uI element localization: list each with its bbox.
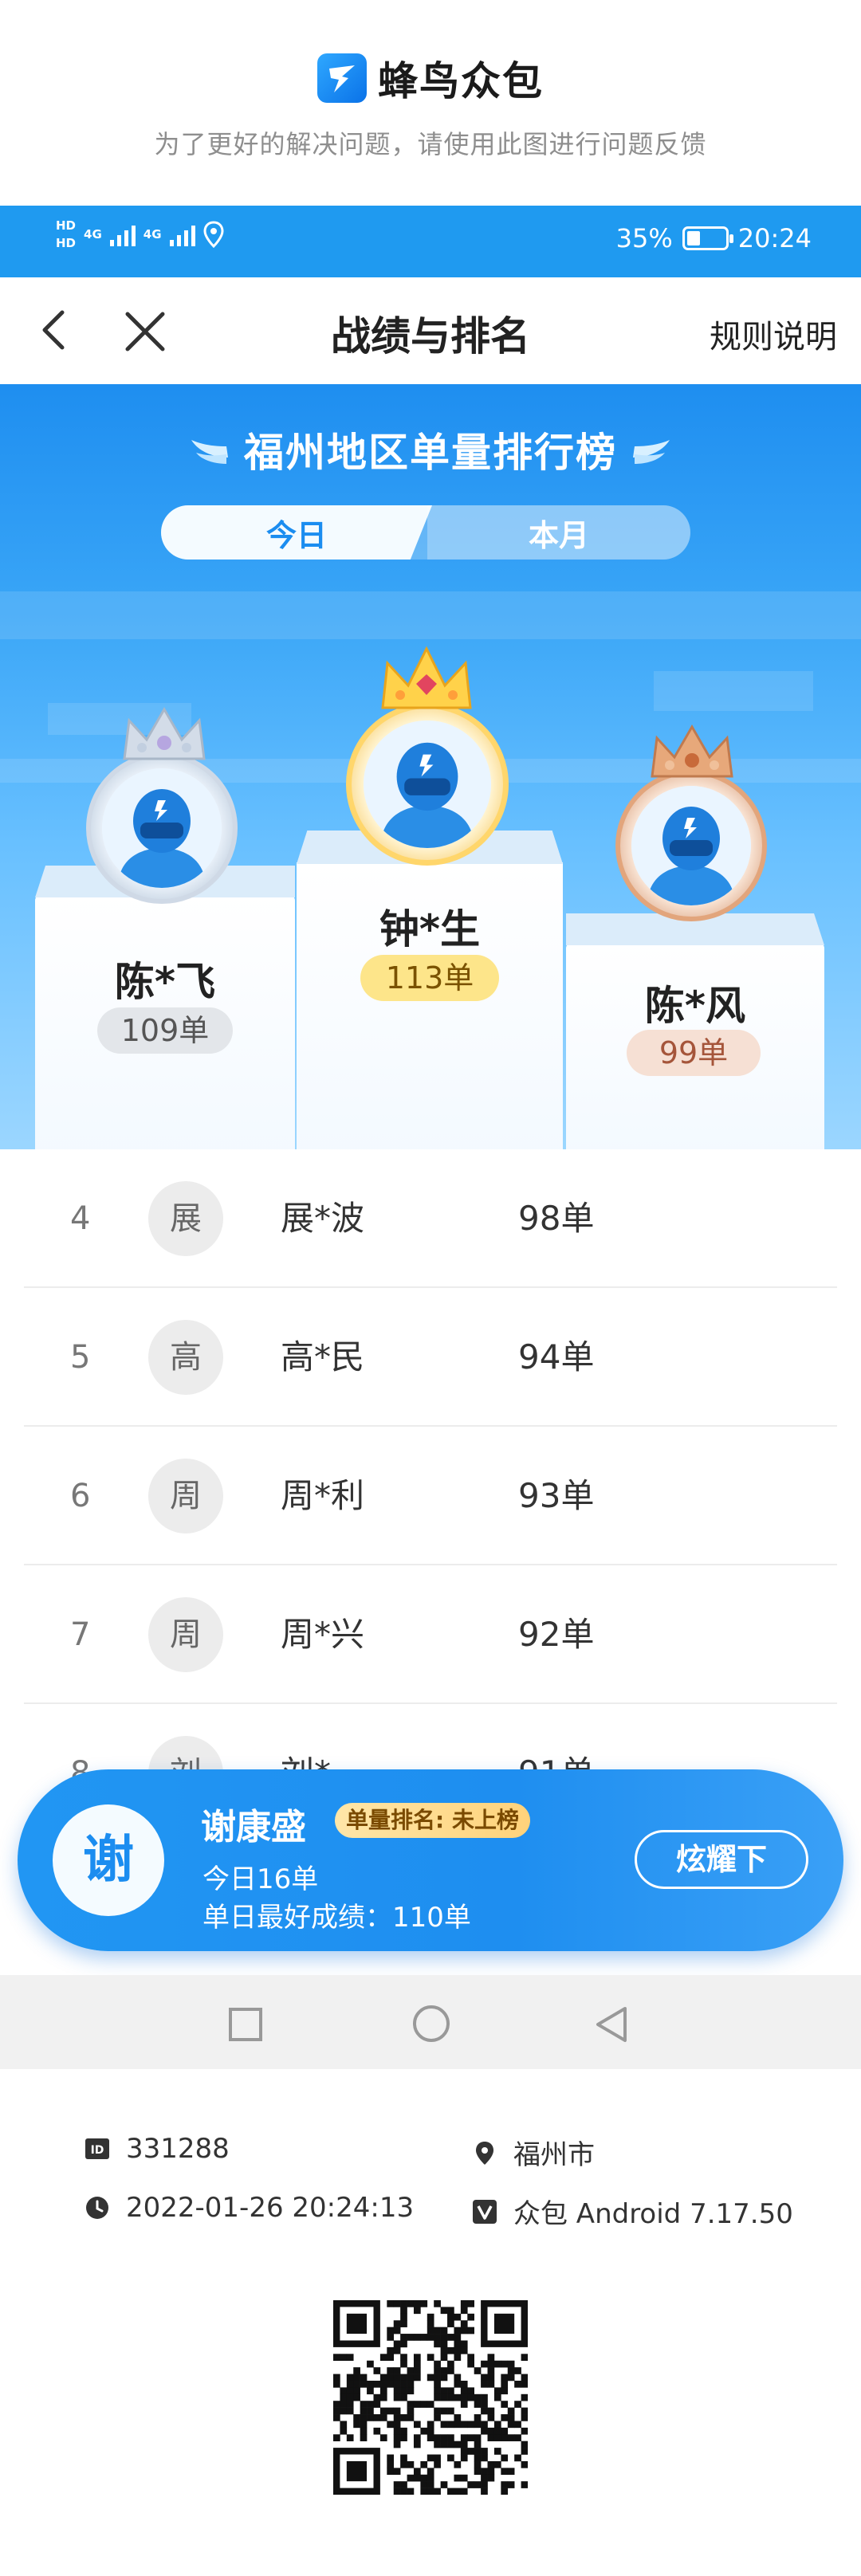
- network-type-1: 4G: [84, 227, 102, 242]
- hd-top: HD: [56, 218, 77, 233]
- leaderboard-title-row: 福州地区单量排行榜: [0, 421, 861, 478]
- my-avatar: 谢: [53, 1804, 164, 1916]
- rider-avatar-icon: [102, 768, 222, 888]
- avatar-third[interactable]: [615, 770, 767, 921]
- recent-apps-icon[interactable]: [228, 2007, 263, 2042]
- brand-row: 蜂鸟众包: [0, 49, 861, 107]
- system-navigation-bar: [0, 1975, 861, 2069]
- device-id: 331288: [126, 2133, 230, 2165]
- second-place-count: 109单: [97, 1007, 233, 1054]
- rider-avatar-icon: [364, 721, 491, 848]
- rider-avatar-icon: [631, 786, 751, 905]
- rank-avatar: 展: [148, 1181, 223, 1256]
- feedback-watermark-header: 蜂鸟众包 为了更好的解决问题，请使用此图进行问题反馈: [0, 0, 861, 206]
- hummingbird-logo-icon: [317, 53, 367, 103]
- status-left: HD HD 4G 4G: [56, 217, 224, 252]
- tab-today[interactable]: 今日: [161, 505, 432, 560]
- info-version: 众包 Android 7.17.50: [472, 2192, 793, 2231]
- rank-number: 5: [70, 1339, 91, 1376]
- right-wing-icon: [633, 440, 670, 464]
- info-city: 福州市: [472, 2133, 595, 2172]
- leaderboard-hero: 福州地区单量排行榜 今日 本月 陈*飞 109单 钟*生 113单 陈*风 99…: [0, 384, 861, 1149]
- device-info-footer: ID 331288 福州市 2022-01-26 20:24:13 众包 And…: [0, 2069, 861, 2576]
- rank-count: 92单: [518, 1615, 595, 1654]
- rank-row[interactable]: 4 展 展*波 98单: [24, 1149, 837, 1288]
- qr-code-icon: [333, 2300, 528, 2495]
- app-version: 众包 Android 7.17.50: [513, 2198, 793, 2230]
- rank-number: 6: [70, 1478, 91, 1514]
- share-button[interactable]: 炫耀下: [635, 1830, 808, 1889]
- info-datetime: 2022-01-26 20:24:13: [85, 2192, 414, 2224]
- rank-name: 周*兴: [281, 1615, 365, 1654]
- bronze-crown-icon: [651, 724, 733, 778]
- silver-crown-icon: [123, 707, 206, 760]
- rank-name: 高*民: [281, 1337, 365, 1376]
- my-best-record: 单日最好成绩：110单: [202, 1902, 471, 1934]
- rank-name: 周*利: [281, 1476, 365, 1515]
- rank-number: 4: [70, 1200, 91, 1237]
- location-pin-icon: [203, 221, 224, 248]
- nav-bar: 战绩与排名 规则说明: [0, 277, 861, 384]
- hd-bottom: HD: [56, 236, 77, 250]
- first-place-name: 钟*生: [379, 906, 481, 952]
- clock-icon: [86, 2197, 108, 2219]
- tab-month[interactable]: 本月: [427, 505, 690, 560]
- version-v-icon: [473, 2199, 497, 2224]
- city: 福州市: [513, 2139, 595, 2171]
- status-right: 35% 20:24: [616, 223, 812, 253]
- rank-avatar: 高: [148, 1320, 223, 1395]
- avatar-first[interactable]: [346, 703, 509, 866]
- first-place-count: 113单: [360, 955, 499, 1001]
- id-card-icon: ID: [85, 2138, 109, 2159]
- gold-crown-icon: [381, 646, 472, 709]
- leaderboard-title: 福州地区单量排行榜: [244, 430, 617, 476]
- rank-count: 98单: [518, 1199, 595, 1238]
- status-bar: HD HD 4G 4G 35% 20:24: [0, 206, 861, 277]
- rank-count: 93单: [518, 1476, 595, 1515]
- battery-percent: 35%: [615, 223, 673, 253]
- datetime: 2022-01-26 20:24:13: [126, 2192, 415, 2224]
- rules-link[interactable]: 规则说明: [710, 311, 837, 357]
- signal-2-icon: [169, 222, 195, 246]
- rank-avatar: 周: [148, 1597, 223, 1672]
- battery-icon: [682, 226, 733, 250]
- third-place-name: 陈*风: [644, 983, 746, 1029]
- feedback-note: 为了更好的解决问题，请使用此图进行问题反馈: [154, 129, 707, 159]
- info-id: ID 331288: [85, 2133, 230, 2165]
- hd-indicator: HD HD: [56, 217, 76, 252]
- signal-1-icon: [109, 222, 136, 246]
- network-type-2: 4G: [143, 227, 162, 242]
- my-name: 谢康盛: [201, 1807, 306, 1848]
- rank-avatar: 周: [148, 1459, 223, 1533]
- svg-text:ID: ID: [91, 2144, 104, 2157]
- rank-number: 7: [70, 1616, 91, 1653]
- third-place-count: 99单: [627, 1030, 761, 1076]
- brand-name: 蜂鸟众包: [378, 58, 544, 104]
- my-rank-card: 谢 谢康盛 单量排名: 未上榜 今日16单 单日最好成绩：110单 炫耀下: [18, 1769, 843, 1951]
- rank-row[interactable]: 6 周 周*利 93单: [24, 1427, 837, 1565]
- rank-count: 94单: [518, 1337, 595, 1376]
- period-tabs: 今日 本月: [161, 505, 690, 560]
- clock: 20:24: [737, 223, 812, 253]
- battery-fill: [686, 231, 700, 245]
- rank-name: 展*波: [281, 1199, 365, 1238]
- rank-row[interactable]: 7 周 周*兴 92单: [24, 1565, 837, 1704]
- my-rank-badge: 单量排名: 未上榜: [335, 1803, 530, 1838]
- home-icon[interactable]: [411, 2004, 451, 2044]
- left-wing-icon: [191, 440, 228, 464]
- second-place-name: 陈*飞: [114, 959, 216, 1005]
- back-triangle-icon[interactable]: [593, 2005, 630, 2044]
- avatar-second[interactable]: [86, 752, 238, 904]
- location-pin-icon: [476, 2141, 493, 2165]
- my-today-count: 今日16单: [202, 1863, 319, 1895]
- rank-row[interactable]: 5 高 高*民 94单: [24, 1288, 837, 1427]
